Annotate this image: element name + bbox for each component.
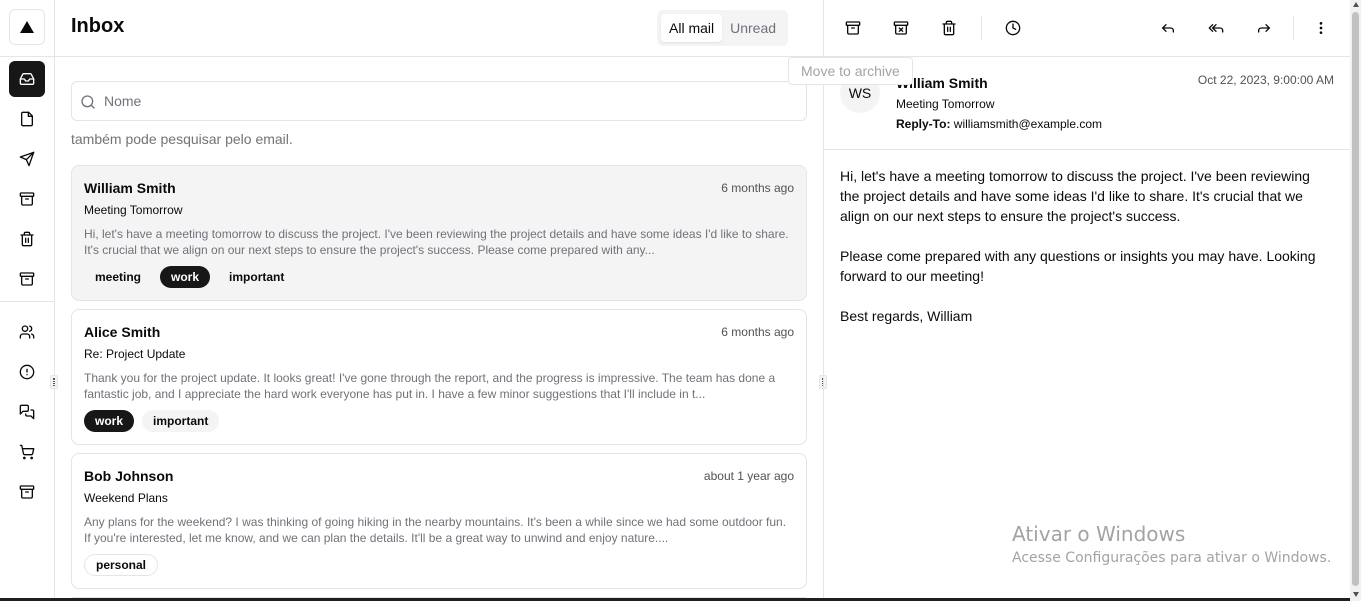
archive-x-icon[interactable] (883, 10, 919, 46)
mail-detail-panel: WS William Smith Meeting Tomorrow Reply-… (788, 0, 1351, 601)
reply-to-address: williamsmith@example.com (953, 117, 1103, 131)
scroll-down-arrow-icon[interactable] (1353, 592, 1359, 597)
mail-preview: Any plans for the weekend? I was thinkin… (84, 515, 787, 545)
tooltip: Move to archive (788, 57, 913, 85)
forward-icon[interactable] (1246, 10, 1282, 46)
list-header: Inbox All mail Unread (55, 0, 823, 57)
scrollbar[interactable] (1350, 0, 1361, 601)
users-icon[interactable] (9, 314, 45, 350)
archive-icon[interactable] (9, 474, 45, 510)
alert-circle-icon[interactable] (9, 354, 45, 390)
mail-toolbar (824, 0, 1351, 57)
search-box (71, 81, 807, 121)
mail-item[interactable]: Bob Johnson about 1 year ago Weekend Pla… (71, 453, 807, 589)
mail-filter-tabs: All mail Unread (657, 10, 789, 46)
icon-rail (0, 0, 55, 601)
clock-icon[interactable] (995, 10, 1031, 46)
mail-preview: Hi, let's have a meeting tomorrow to dis… (84, 227, 789, 257)
search-input[interactable] (104, 82, 794, 120)
tag-badge: important (229, 270, 285, 284)
archive-icon[interactable] (835, 10, 871, 46)
mail-tags: meeting work important (84, 266, 295, 288)
mail-tags: work important (84, 410, 220, 432)
tag-badge: personal (84, 554, 159, 576)
trash-icon[interactable] (931, 10, 967, 46)
toolbar-divider (981, 16, 982, 40)
file-icon[interactable] (9, 101, 45, 137)
messages-icon[interactable] (9, 394, 45, 430)
mail-subject: Weekend Plans (84, 491, 168, 505)
scroll-up-arrow-icon[interactable] (1353, 2, 1359, 7)
rail-divider (0, 56, 55, 57)
mail-sender: Alice Smith (84, 324, 161, 340)
scroll-thumb[interactable] (1352, 12, 1359, 586)
mail-timestamp: Oct 22, 2023, 9:00:00 AM (1197, 73, 1334, 87)
page-title: Inbox (71, 15, 125, 37)
more-vertical-icon[interactable] (1303, 10, 1339, 46)
mail-item[interactable]: William Smith 6 months ago Meeting Tomor… (71, 165, 807, 301)
search-icon (81, 95, 95, 109)
reply-icon[interactable] (1150, 10, 1186, 46)
mail-list-panel: Inbox All mail Unread também pode pesqui… (55, 0, 823, 601)
toolbar-divider (1293, 16, 1294, 40)
mail-tags: personal (84, 554, 159, 576)
mail-subject: Re: Project Update (84, 347, 186, 361)
tab-all-mail[interactable]: All mail (661, 14, 723, 42)
mail-item[interactable]: Alice Smith 6 months ago Re: Project Upd… (71, 309, 807, 445)
tag-badge: work (160, 266, 211, 288)
reply-all-icon[interactable] (1198, 10, 1234, 46)
tab-unread[interactable]: Unread (722, 14, 784, 42)
tag-badge: meeting (95, 270, 142, 284)
tag-badge: important (142, 410, 220, 432)
detail-divider (824, 149, 1351, 150)
rail-divider (0, 301, 55, 302)
reply-to-label: Reply-To: (896, 117, 951, 131)
triangle-logo-icon[interactable] (9, 9, 45, 45)
mail-date: 6 months ago (721, 325, 794, 339)
trash-icon[interactable] (9, 221, 45, 257)
mail-subject: Meeting Tomorrow (84, 203, 183, 217)
mail-subject: Meeting Tomorrow (896, 97, 995, 111)
search-hint: também pode pesquisar pelo email. (71, 131, 293, 147)
send-icon[interactable] (9, 141, 45, 177)
reply-to: Reply-To: williamsmith@example.com (896, 117, 1102, 131)
mail-preview: Thank you for the project update. It loo… (84, 371, 776, 401)
mail-body: Hi, let's have a meeting tomorrow to dis… (840, 168, 1316, 324)
mail-sender: William Smith (84, 180, 176, 196)
archive-box-icon[interactable] (9, 261, 45, 297)
watermark-subtitle: Acesse Configurações para ativar o Windo… (1012, 550, 1332, 566)
archive-icon[interactable] (9, 181, 45, 217)
tag-badge: work (84, 410, 135, 432)
mail-date: about 1 year ago (703, 469, 794, 483)
inbox-icon[interactable] (9, 61, 45, 97)
watermark-title: Ativar o Windows (1012, 522, 1186, 546)
windows-activation-watermark: Ativar o Windows Acesse Configurações pa… (1012, 522, 1331, 566)
shopping-cart-icon[interactable] (9, 434, 45, 470)
mail-date: 6 months ago (721, 181, 794, 195)
mail-sender: Bob Johnson (84, 468, 174, 484)
